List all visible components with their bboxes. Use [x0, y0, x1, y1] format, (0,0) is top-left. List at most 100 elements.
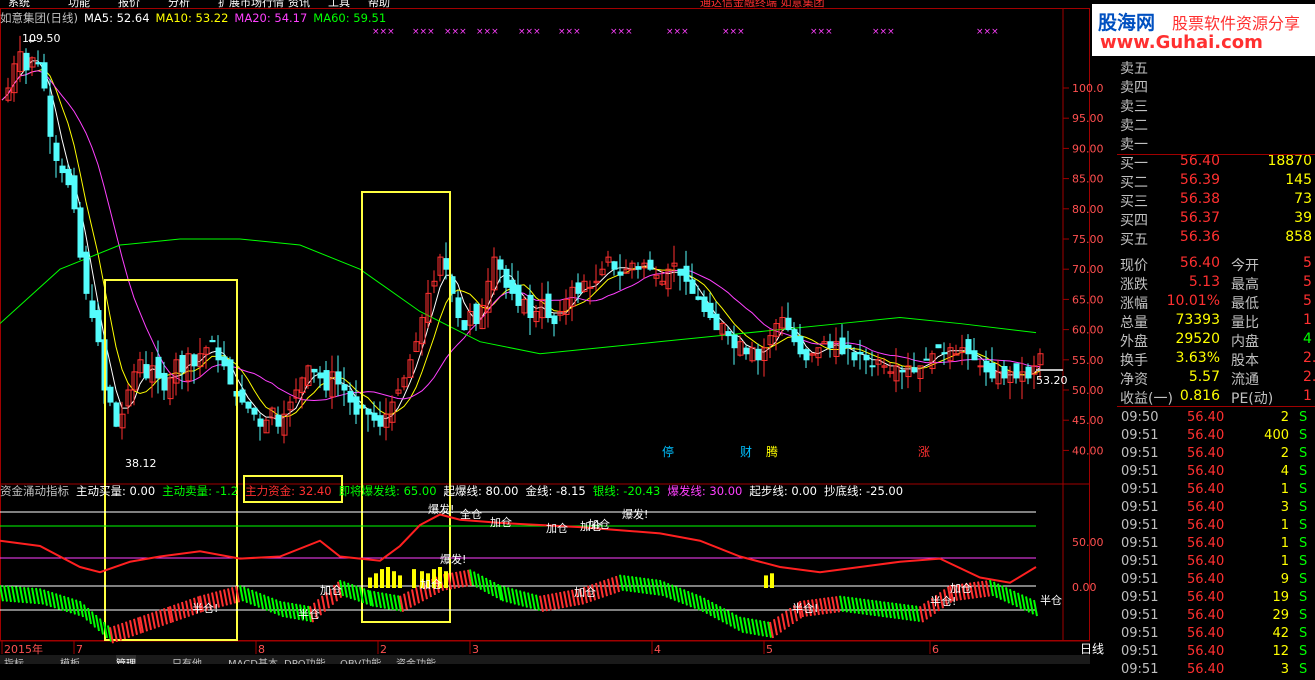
candle-down: [983, 360, 990, 373]
burst-bar: [392, 571, 396, 588]
signal-label: 爆发!: [622, 507, 648, 521]
tick-price: 56.40: [1187, 536, 1225, 551]
tick-side: S: [1299, 518, 1308, 533]
order-volume: 858: [1285, 229, 1312, 245]
kline-chart[interactable]: 100.0 95.00 90.00 85.00 80.00 75.00 70.00 65.00…: [0, 8, 1117, 664]
histogram-bar: [911, 605, 916, 622]
histogram-bar: [851, 597, 856, 614]
menu-system[interactable]: 系统: [8, 0, 30, 8]
histogram-bar: [231, 587, 236, 604]
menu-tools[interactable]: 工具: [328, 0, 350, 8]
order-label: 卖五: [1120, 61, 1148, 77]
histogram-bar: [903, 603, 908, 621]
histogram-bar: [1017, 592, 1022, 609]
bottom-tab[interactable]: 模板: [60, 655, 80, 664]
histogram-bar: [321, 595, 326, 612]
histogram-bar: [185, 600, 190, 617]
signal-label: 全仓: [460, 507, 482, 521]
tick-price: 56.40: [1187, 590, 1225, 605]
bottom-tab[interactable]: DPO功能: [284, 655, 326, 664]
signal-label: 加仓: [546, 521, 568, 535]
indicator-pane: 50.000.00爆发! 全仓加仓 加仓 加仓加仓爆发!爆发!加仓半仓! 半仓加仓 加仓半…: [0, 502, 1104, 644]
menu-info[interactable]: 资讯: [288, 0, 310, 8]
tick-price: 56.40: [1187, 464, 1225, 479]
histogram-bar: [759, 620, 764, 637]
histogram-bar: [527, 592, 532, 609]
tick-row: 09:51 56.40 42 S: [1117, 626, 1315, 644]
histogram-bar: [703, 597, 708, 615]
histogram-bar: [223, 589, 228, 606]
histogram-bar: [147, 613, 152, 631]
histogram-bar: [651, 578, 656, 596]
histogram-bar: [385, 593, 390, 610]
candle-down: [59, 165, 66, 174]
order-volume: 39: [1294, 210, 1312, 226]
order-label: 卖四: [1120, 80, 1148, 96]
last-price-label: 53.20: [1036, 374, 1068, 387]
candle-down: [683, 265, 690, 282]
burst-bar: [368, 577, 372, 588]
tick-row: 09:51 56.40 2 S: [1117, 446, 1315, 464]
histogram-bar: [867, 599, 872, 616]
histogram-bar: [263, 594, 268, 611]
histogram-bar: [985, 580, 990, 597]
signal-label: 加仓: [588, 517, 610, 531]
indicator-param: 起步线: 0.00: [749, 484, 817, 498]
bottom-tab[interactable]: MACD基本: [228, 655, 278, 664]
histogram-bar: [177, 603, 182, 620]
burst-bar: [764, 575, 768, 588]
tick-row: 09:51 56.40 9 S: [1117, 572, 1315, 590]
signal-label: 加仓: [420, 577, 442, 591]
order-book-row: 卖三: [1117, 96, 1315, 115]
quote-label: 现价: [1120, 258, 1148, 274]
tick-row: 09:50 56.40 2 S: [1117, 410, 1315, 428]
tick-price: 56.40: [1187, 644, 1225, 659]
histogram-bar: [363, 588, 368, 605]
candle-down: [35, 62, 42, 65]
candle-down: [731, 334, 738, 349]
quote-row: 收益(一) 0.816 PE(动) 1: [1117, 388, 1315, 407]
burst-bar: [444, 571, 448, 588]
menu-analysis[interactable]: 分析: [168, 0, 190, 8]
quote-value: 10.01%: [1166, 293, 1220, 309]
bottom-tab[interactable]: 资金功能: [396, 655, 436, 664]
tick-side: S: [1299, 410, 1308, 425]
menu-extended[interactable]: 扩展市场行情: [218, 0, 284, 8]
candle-down: [1013, 363, 1020, 379]
menu-help[interactable]: 帮助: [368, 0, 390, 8]
histogram-bar: [755, 619, 760, 636]
histogram-bar: [1029, 598, 1034, 615]
bottom-tab[interactable]: 指标: [4, 655, 24, 664]
candle-down: [209, 340, 216, 343]
menu-function[interactable]: 功能: [68, 0, 90, 8]
bottom-tab[interactable]: 管理: [116, 655, 136, 664]
histogram-bar: [79, 600, 84, 618]
histogram-bar: [973, 581, 978, 599]
histogram-bar: [121, 622, 126, 640]
tick-volume: 42: [1272, 626, 1289, 641]
histogram-bar: [95, 614, 100, 632]
bottom-tab[interactable]: 只有他: [172, 655, 202, 664]
histogram-bar: [891, 602, 896, 619]
histogram-bar: [595, 582, 600, 600]
candle-down: [143, 364, 150, 379]
candle-down: [455, 297, 462, 319]
chart-frame: [0, 8, 1090, 641]
histogram-bar: [707, 599, 712, 617]
candle-down: [275, 414, 282, 427]
indicator-param: 起爆线: 80.00: [443, 484, 519, 498]
quote-label: 涨幅: [1120, 296, 1148, 312]
candle-down: [353, 396, 360, 415]
histogram-bar: [823, 597, 828, 615]
quote-label-2: 今开: [1231, 258, 1259, 274]
quote-label: 涨跌: [1120, 277, 1148, 293]
histogram-bar: [839, 595, 844, 612]
order-label: 买三: [1120, 194, 1148, 210]
candle-down: [83, 251, 90, 294]
bottom-tab[interactable]: OBV功能: [340, 655, 381, 664]
histogram-bar: [43, 589, 48, 606]
order-label: 买一: [1120, 156, 1148, 172]
candle-down: [23, 52, 30, 71]
menu-quote[interactable]: 报价: [118, 0, 140, 8]
histogram-bar: [251, 589, 256, 607]
